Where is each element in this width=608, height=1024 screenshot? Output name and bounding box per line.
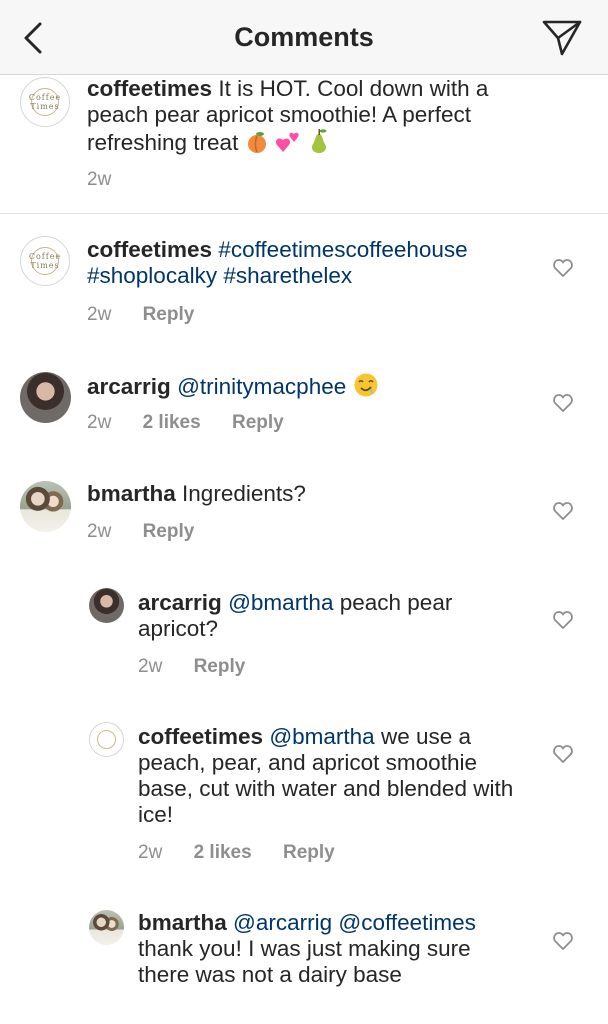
comment-meta: 2w Reply (138, 656, 271, 678)
comment-text: coffeetimes @bmartha we use a peach, pea… (138, 724, 528, 828)
reply-item: arcarrig @bmartha peach pear apricot? 2w… (0, 578, 608, 688)
mention-link[interactable]: @bmartha (269, 724, 374, 749)
comment-body: thank you! I was just making sure there … (138, 936, 471, 987)
comment-body: Ingredients? (182, 481, 306, 506)
heart-outline-icon[interactable] (552, 610, 574, 630)
heart-outline-icon[interactable] (552, 744, 574, 764)
reply-button[interactable]: Reply (143, 304, 195, 325)
timestamp: 2w (87, 169, 112, 190)
comment-item: Coffee Times coffeetimes #coffeetimescof… (0, 214, 608, 334)
username[interactable]: bmartha (138, 910, 227, 935)
comment-text: coffeetimes #coffeetimescoffeehouse #sho… (87, 237, 517, 289)
heart-outline-icon[interactable] (552, 501, 574, 521)
avatar[interactable] (89, 588, 124, 623)
page-title: Comments (234, 22, 374, 52)
logo-text: Coffee Times (28, 252, 62, 270)
timestamp: 2w (87, 521, 112, 542)
comment-meta: 2w 2 likes Reply (87, 412, 310, 434)
username[interactable]: coffeetimes (87, 237, 212, 262)
timestamp: 2w (87, 412, 112, 433)
comment-text: bmartha @arcarrig @coffeetimes thank you… (138, 910, 518, 988)
reply-button[interactable]: Reply (232, 412, 284, 433)
avatar[interactable] (89, 910, 124, 945)
mention-link[interactable]: @bmartha (228, 590, 333, 615)
drooling-face-emoji-icon (353, 372, 379, 404)
likes-count[interactable]: 2 likes (194, 842, 252, 863)
heart-outline-icon[interactable] (552, 931, 574, 951)
username[interactable]: arcarrig (138, 590, 222, 615)
heart-outline-icon[interactable] (552, 393, 574, 413)
reply-button[interactable]: Reply (143, 521, 195, 542)
mention-link[interactable]: @trinitymacphee (177, 374, 346, 399)
mention-link[interactable]: @arcarrig @coffeetimes (233, 910, 476, 935)
timestamp: 2w (138, 656, 163, 677)
comment-text: bmartha Ingredients? (87, 481, 527, 507)
comment-meta: 2w Reply (87, 521, 220, 543)
username[interactable]: bmartha (87, 481, 176, 506)
send-icon[interactable] (540, 18, 584, 58)
username[interactable]: coffeetimes (87, 76, 212, 101)
likes-count[interactable]: 2 likes (143, 412, 201, 433)
pear-emoji-icon (307, 128, 331, 160)
username[interactable]: arcarrig (87, 374, 171, 399)
reply-button[interactable]: Reply (283, 842, 335, 863)
avatar[interactable] (89, 722, 124, 757)
timestamp: 2w (87, 304, 112, 325)
comment-item: arcarrig @trinitymacphee 2w 2 likes Repl… (0, 360, 608, 460)
caption-comment: Coffee Times coffeetimes It is HOT. Cool… (0, 74, 608, 213)
comment-text: arcarrig @trinitymacphee (87, 372, 527, 404)
avatar[interactable] (20, 481, 71, 532)
reply-item: coffeetimes @bmartha we use a peach, pea… (0, 712, 608, 882)
logo-ring (96, 729, 117, 750)
peach-emoji-icon (245, 130, 269, 160)
avatar[interactable]: Coffee Times (20, 236, 70, 286)
comment-item: bmartha Ingredients? 2w Reply (0, 469, 608, 569)
header-bar: Comments (0, 0, 608, 75)
reply-button[interactable]: Reply (194, 656, 246, 677)
comment-meta: 2w Reply (87, 304, 220, 326)
timestamp: 2w (138, 842, 163, 863)
reply-item: bmartha @arcarrig @coffeetimes thank you… (0, 898, 608, 1024)
comment-text: arcarrig @bmartha peach pear apricot? (138, 590, 528, 642)
username[interactable]: coffeetimes (138, 724, 263, 749)
comment-meta: 2w 2 likes Reply (138, 842, 361, 864)
caption-text: coffeetimes It is HOT. Cool down with a … (87, 76, 527, 160)
caption-meta: 2w (87, 169, 137, 191)
two-hearts-emoji-icon (275, 130, 301, 160)
avatar[interactable]: Coffee Times (20, 77, 70, 127)
logo-text: Coffee Times (28, 93, 62, 111)
avatar[interactable] (20, 372, 71, 423)
heart-outline-icon[interactable] (552, 258, 574, 278)
